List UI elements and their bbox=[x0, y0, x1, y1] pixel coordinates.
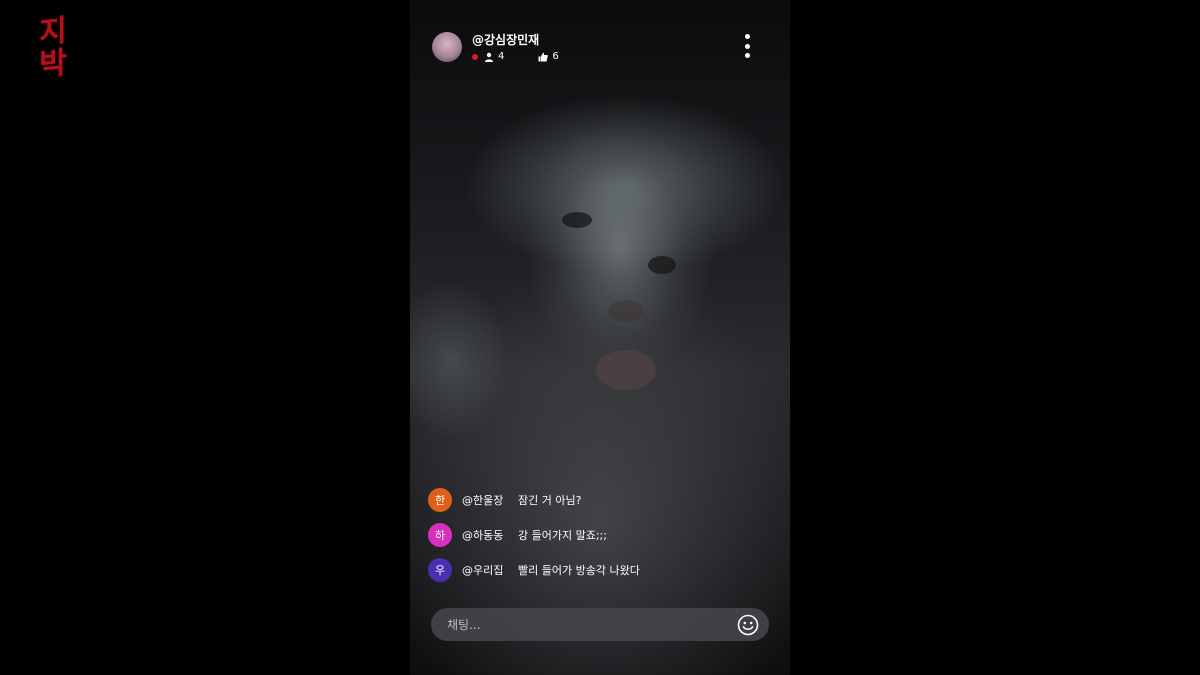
chat-avatar[interactable]: 우 bbox=[428, 558, 452, 582]
like-count: 6 bbox=[552, 51, 559, 62]
chat-message: 우 @우리집 빨리 들어가 방송각 나왔다 bbox=[428, 558, 768, 582]
streamer-username[interactable]: @강심장민재 bbox=[472, 32, 539, 48]
show-logo: 지박 bbox=[32, 13, 67, 82]
chat-avatar[interactable]: 한 bbox=[428, 488, 452, 512]
more-vertical-icon-dot bbox=[744, 43, 750, 49]
chat-text: 빨리 들어가 방송각 나왔다 bbox=[518, 564, 640, 577]
chat-username[interactable]: @한울장 bbox=[462, 492, 518, 508]
video-detail bbox=[596, 350, 656, 390]
video-detail bbox=[648, 256, 676, 274]
chat-message: 한 @한울장 잠긴 거 아님? bbox=[428, 488, 768, 512]
viewer-count: 4 bbox=[498, 51, 505, 62]
thumbs-up-icon bbox=[538, 52, 549, 62]
chat-input[interactable] bbox=[445, 616, 729, 633]
screen: 지박 @강심장민재 4 6 한 @한울장 잠긴 거 아님? 하 @하동동 강 들… bbox=[0, 0, 1200, 675]
streamer-avatar[interactable] bbox=[432, 32, 462, 62]
more-vertical-icon-dot bbox=[744, 53, 750, 58]
chat-message-list: 한 @한울장 잠긴 거 아님? 하 @하동동 강 들어가지 말죠;;; 우 @우… bbox=[428, 488, 768, 593]
live-stream-view: @강심장민재 4 6 한 @한울장 잠긴 거 아님? 하 @하동동 강 들어가지… bbox=[410, 0, 790, 675]
smiley-icon[interactable] bbox=[737, 614, 759, 636]
chat-text: 강 들어가지 말죠;;; bbox=[518, 529, 607, 542]
person-icon bbox=[485, 52, 493, 62]
video-detail bbox=[608, 300, 644, 322]
live-dot-icon bbox=[472, 54, 478, 60]
chat-input-bar bbox=[431, 608, 769, 641]
chat-avatar[interactable]: 하 bbox=[428, 523, 452, 547]
video-detail bbox=[562, 212, 592, 228]
chat-username[interactable]: @하동동 bbox=[462, 527, 518, 543]
chat-message: 하 @하동동 강 들어가지 말죠;;; bbox=[428, 523, 768, 547]
chat-text: 잠긴 거 아님? bbox=[518, 494, 582, 507]
more-options-button[interactable] bbox=[742, 34, 752, 58]
chat-username[interactable]: @우리집 bbox=[462, 562, 518, 578]
stream-header: @강심장민재 4 6 bbox=[432, 32, 768, 68]
more-vertical-icon bbox=[744, 34, 750, 39]
stream-stats: 4 6 bbox=[472, 50, 559, 64]
